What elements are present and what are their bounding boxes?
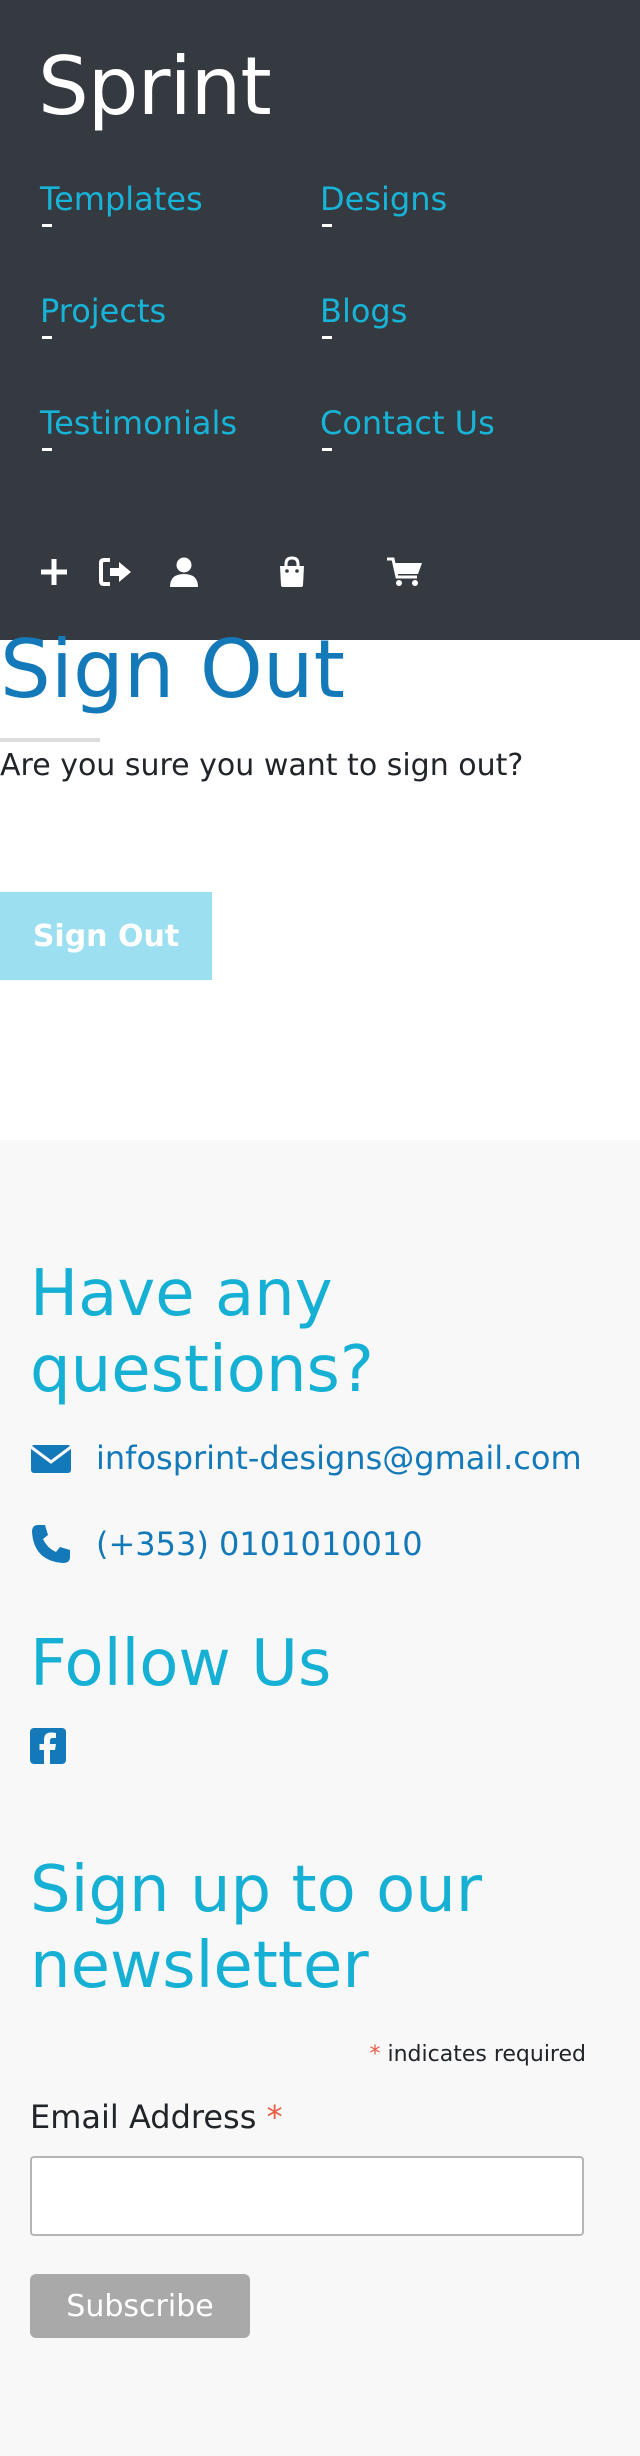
email-contact[interactable]: infosprint-designs@gmail.com bbox=[30, 1436, 582, 1480]
nav-dash bbox=[322, 336, 332, 339]
nav-contact-us[interactable]: Contact Us bbox=[320, 404, 495, 451]
nav-dash bbox=[42, 448, 52, 451]
questions-heading-line1: Have any bbox=[30, 1257, 333, 1331]
nav-templates[interactable]: Templates bbox=[40, 180, 203, 227]
email-link[interactable]: infosprint-designs@gmail.com bbox=[96, 1439, 582, 1477]
email-label-text: Email Address bbox=[30, 2098, 267, 2136]
newsletter-heading-line2: newsletter bbox=[30, 1929, 369, 2003]
nav-label: Blogs bbox=[320, 292, 408, 330]
phone-icon bbox=[30, 1523, 72, 1565]
nav-blogs[interactable]: Blogs bbox=[320, 292, 408, 339]
required-asterisk: * bbox=[369, 2042, 381, 2067]
questions-heading: Have any questions? bbox=[30, 1256, 374, 1408]
newsletter-heading-line1: Sign up to our bbox=[30, 1853, 483, 1927]
nav-label: Testimonials bbox=[40, 404, 237, 442]
facebook-icon[interactable] bbox=[30, 1728, 66, 1764]
nav-dash bbox=[322, 448, 332, 451]
nav-dash bbox=[322, 224, 332, 227]
phone-number[interactable]: (+353) 0101010010 bbox=[96, 1525, 423, 1563]
nav-dash bbox=[42, 336, 52, 339]
title-underline bbox=[0, 738, 100, 742]
phone-contact[interactable]: (+353) 0101010010 bbox=[30, 1522, 423, 1566]
newsletter-heading: Sign up to our newsletter bbox=[30, 1852, 482, 2004]
required-note-text: indicates required bbox=[380, 2042, 586, 2067]
subscribe-button[interactable]: Subscribe bbox=[30, 2274, 250, 2338]
nav-label: Designs bbox=[320, 180, 448, 218]
shopping-cart-icon[interactable] bbox=[386, 556, 422, 592]
sign-out-button[interactable]: Sign Out bbox=[0, 892, 212, 980]
follow-heading: Follow Us bbox=[30, 1627, 332, 1701]
email-label: Email Address * bbox=[30, 2098, 283, 2136]
site-header: Sprint Templates Designs Projects Blogs … bbox=[0, 0, 640, 640]
nav-designs[interactable]: Designs bbox=[320, 180, 448, 227]
nav-label: Templates bbox=[40, 180, 203, 218]
nav-projects[interactable]: Projects bbox=[40, 292, 167, 339]
questions-heading-line2: questions? bbox=[30, 1333, 374, 1407]
nav-label: Projects bbox=[40, 292, 167, 330]
brand-logo[interactable]: Sprint bbox=[38, 40, 272, 133]
sign-out-message: Are you sure you want to sign out? bbox=[0, 748, 524, 783]
required-note: * indicates required bbox=[370, 2042, 587, 2067]
nav-dash bbox=[42, 224, 52, 227]
user-icon[interactable] bbox=[168, 556, 204, 592]
page-title: Sign Out bbox=[0, 623, 345, 716]
sign-out-icon[interactable] bbox=[98, 556, 134, 592]
plus-icon[interactable] bbox=[38, 556, 74, 592]
shopping-bag-icon[interactable] bbox=[276, 556, 312, 592]
nav-label: Contact Us bbox=[320, 404, 495, 442]
nav-testimonials[interactable]: Testimonials bbox=[40, 404, 237, 451]
required-asterisk: * bbox=[266, 2098, 283, 2136]
newsletter-email-input[interactable] bbox=[30, 2156, 584, 2236]
envelope-icon bbox=[30, 1437, 72, 1479]
